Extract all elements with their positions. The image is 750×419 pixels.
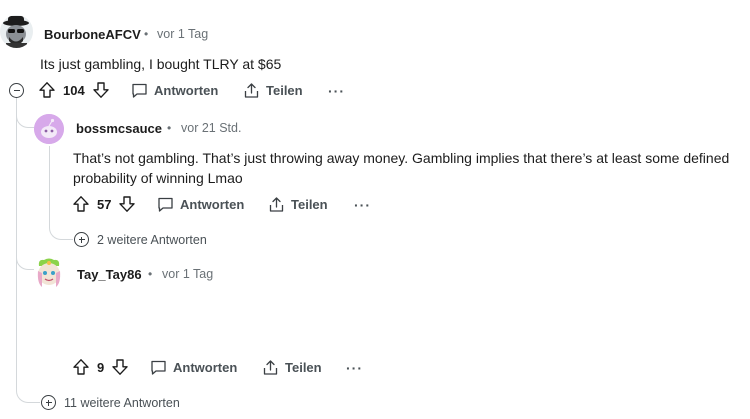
more-replies-label: 11 weitere Antworten [64, 395, 180, 410]
share-button[interactable]: Teilen [268, 196, 328, 213]
more-replies-button[interactable]: 11 weitere Antworten [41, 395, 180, 410]
comment-body: Its just gambling, I bought TLRY at $65 [40, 56, 282, 72]
share-icon [243, 82, 260, 99]
reply-label: Antworten [180, 197, 245, 212]
share-label: Teilen [291, 197, 328, 212]
more-options-button[interactable]: ··· [346, 361, 363, 375]
reply-button[interactable]: Antworten [131, 82, 218, 99]
reply-label: Antworten [173, 360, 238, 375]
comment-timestamp[interactable]: vor 21 Std. [181, 121, 241, 135]
comment-bubble-icon [131, 82, 148, 99]
upvote-icon[interactable] [72, 195, 90, 213]
downvote-icon[interactable] [92, 81, 110, 99]
reply-button[interactable]: Antworten [157, 196, 244, 213]
share-label: Teilen [266, 83, 303, 98]
share-icon [268, 196, 285, 213]
avatar[interactable] [34, 257, 64, 289]
thread-curve-more [16, 380, 40, 403]
more-replies-button[interactable]: 2 weitere Antworten [74, 232, 207, 247]
comment-username[interactable]: BourboneAFCV [44, 27, 141, 42]
downvote-icon[interactable] [111, 358, 129, 376]
meta-separator: • [148, 267, 153, 281]
vote-control: 104 [38, 81, 110, 99]
thread-line-main [16, 98, 17, 383]
thread-curve-reply-2 [16, 250, 34, 270]
expand-plus-icon [41, 395, 56, 410]
upvote-icon[interactable] [38, 81, 56, 99]
comment-username[interactable]: bossmcsauce [76, 121, 162, 136]
vote-control: 9 [72, 358, 129, 376]
meta-separator: • [144, 27, 149, 41]
vote-count: 57 [97, 196, 112, 212]
vote-control: 57 [72, 195, 136, 213]
upvote-icon[interactable] [72, 358, 90, 376]
avatar[interactable] [0, 15, 33, 48]
avatar[interactable] [34, 114, 64, 144]
comment-username[interactable]: Tay_Tay86 [77, 267, 142, 282]
expand-plus-icon [74, 232, 89, 247]
collapse-minus-icon[interactable] [9, 83, 24, 98]
comment-body: That’s not gambling. That’s just throwin… [73, 150, 730, 186]
thread-curve-nested-more [49, 222, 73, 240]
share-button[interactable]: Teilen [243, 82, 303, 99]
comment-body [73, 294, 733, 344]
downvote-icon[interactable] [118, 195, 136, 213]
more-options-button[interactable]: ··· [354, 198, 371, 212]
more-options-button[interactable]: ··· [328, 84, 345, 98]
reply-label: Antworten [154, 83, 219, 98]
vote-count: 104 [63, 82, 85, 98]
share-label: Teilen [285, 360, 322, 375]
thread-line-nested [49, 146, 50, 226]
share-icon [262, 359, 279, 376]
comment-timestamp[interactable]: vor 1 Tag [162, 267, 213, 281]
comment-timestamp[interactable]: vor 1 Tag [157, 27, 208, 41]
meta-separator: • [167, 121, 172, 135]
vote-count: 9 [97, 359, 105, 375]
reply-button[interactable]: Antworten [150, 359, 237, 376]
thread-curve-reply-1 [16, 108, 34, 128]
comment-bubble-icon [157, 196, 174, 213]
share-button[interactable]: Teilen [262, 359, 322, 376]
more-replies-label: 2 weitere Antworten [97, 232, 207, 247]
comment-bubble-icon [150, 359, 167, 376]
